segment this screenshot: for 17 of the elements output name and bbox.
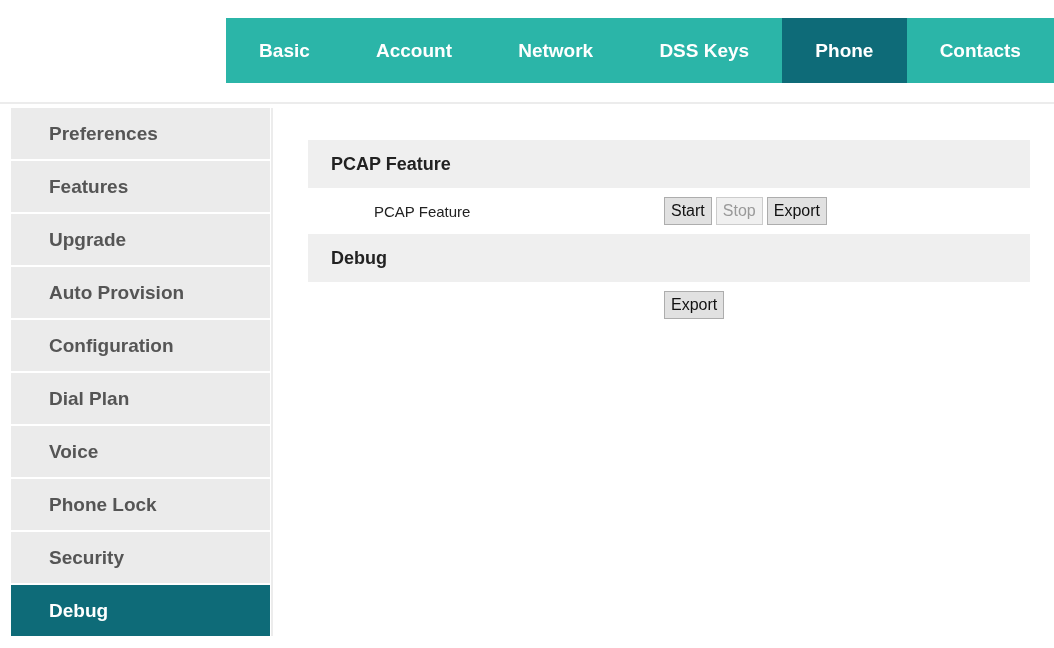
action-button[interactable]: Export — [766, 197, 827, 225]
sidebar-item[interactable]: Features — [11, 161, 270, 212]
sidebar-item[interactable]: Dial Plan — [11, 373, 270, 424]
field-label: PCAP Feature — [374, 202, 471, 220]
section-header: PCAP Feature — [308, 140, 1030, 188]
sidebar-item[interactable]: Debug — [11, 585, 270, 636]
action-button[interactable]: Start — [664, 197, 712, 225]
sidebar-item[interactable]: Upgrade — [11, 214, 270, 265]
action-button[interactable]: Export — [664, 291, 725, 319]
sidebar-item[interactable]: Security — [11, 532, 270, 583]
sidebar-item[interactable]: Auto Provision — [11, 267, 270, 318]
sidebar-item[interactable]: Preferences — [11, 108, 270, 159]
sidebar-item[interactable]: Configuration — [11, 320, 270, 371]
sidebar-item[interactable]: Phone Lock — [11, 479, 270, 530]
sidebar-item[interactable]: Voice — [11, 426, 270, 477]
nav-tab[interactable]: Phone — [782, 18, 907, 83]
section-header: Debug — [308, 234, 1030, 282]
